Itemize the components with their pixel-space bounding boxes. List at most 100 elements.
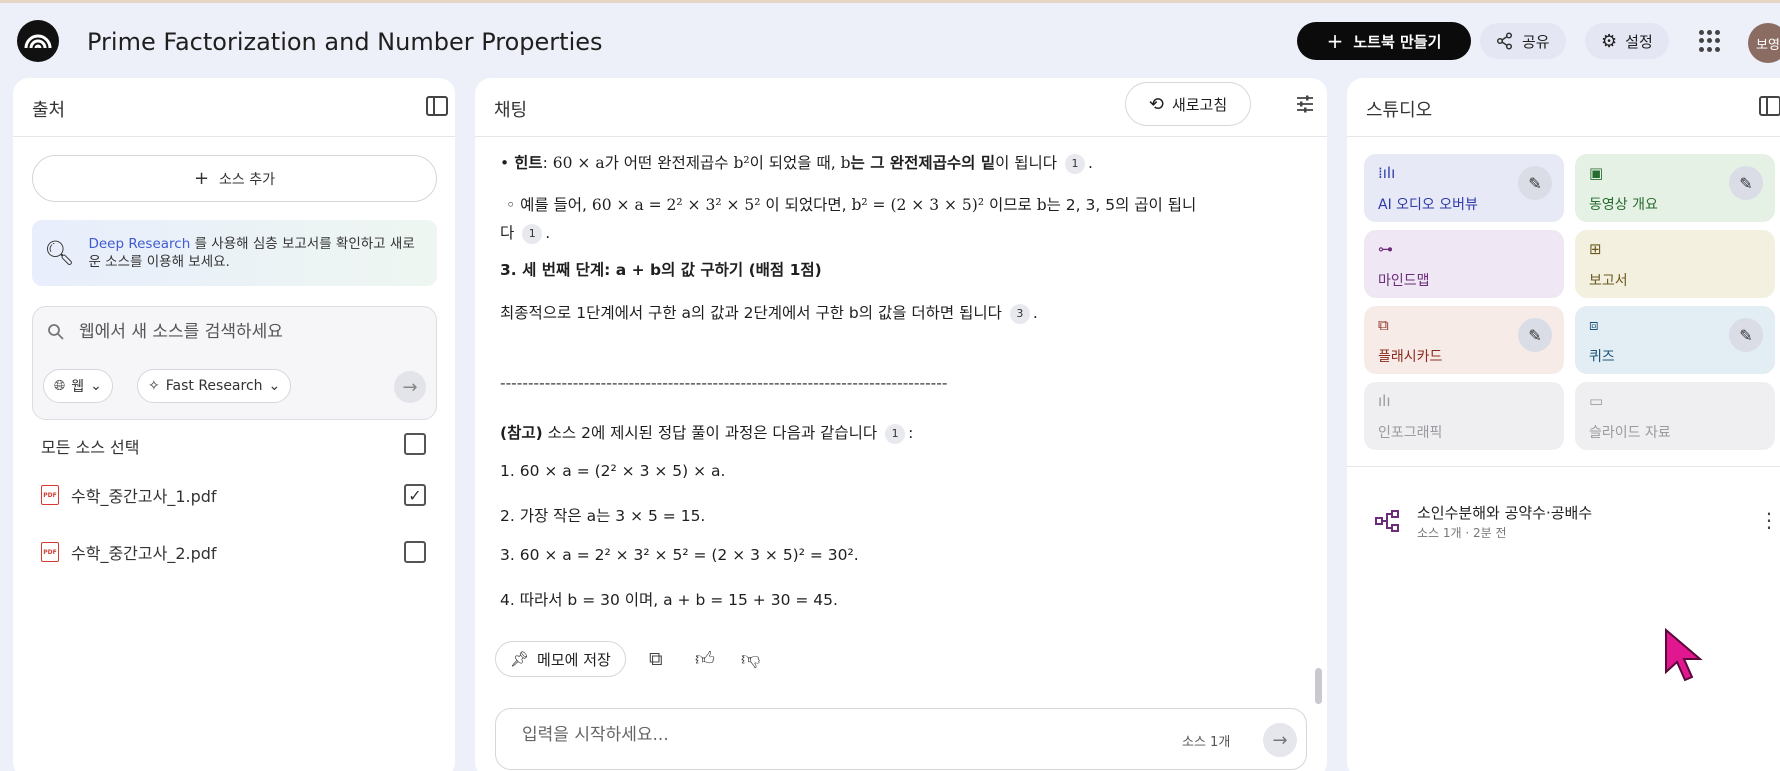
search-icon — [47, 323, 65, 346]
gear-icon: ⚙ — [1601, 30, 1618, 52]
text: 가 어떤 완전제곱수 — [604, 154, 734, 172]
pencil-edit-icon[interactable]: ✎ — [1518, 166, 1552, 200]
solution-step: 4. 따라서 b = 30 이며, a + b = 15 + 30 = 45. — [500, 591, 838, 609]
deep-research-link[interactable]: Deep Research — [88, 236, 190, 252]
divider-text: ----------------------------------------… — [500, 374, 948, 392]
pencil-edit-icon[interactable]: ✎ — [1518, 318, 1552, 352]
create-notebook-button[interactable]: + 노트북 만들기 — [1297, 22, 1471, 60]
note-title: 소인수분해와 공약수·공배수 — [1417, 504, 1593, 522]
thumbs-up-icon[interactable]: 👍︎ — [695, 648, 715, 671]
citation-chip[interactable]: 3 — [1009, 303, 1030, 324]
citation-chip[interactable]: 1 — [1064, 153, 1085, 174]
citation-chip[interactable]: 1 — [885, 423, 906, 444]
source-checkbox-checked[interactable]: ✓ — [404, 484, 426, 506]
globe-icon: 🌐︎ — [54, 378, 66, 394]
text: 최종적으로 1단계에서 구한 a의 값과 2단계에서 구한 b의 값을 더하면 … — [500, 304, 1002, 322]
notebook-logo-icon[interactable] — [17, 20, 59, 62]
pin-icon: 📌︎ — [510, 650, 530, 668]
research-mode-dropdown[interactable]: ✧ Fast Research ⌄ — [137, 369, 292, 403]
reference-line: (참고) 소스 2에 제시된 정답 풀이 과정은 다음과 같습니다 1: — [500, 423, 914, 444]
refresh-button[interactable]: ⟲ 새로고침 — [1125, 82, 1251, 126]
tile-quiz[interactable]: ⧈ 퀴즈 ✎ — [1575, 306, 1775, 374]
tile-report[interactable]: ⊞ 보고서 — [1575, 230, 1775, 298]
source-name: 수학_중간고사_2.pdf — [71, 544, 217, 563]
copy-icon[interactable]: ⧉ — [649, 648, 663, 670]
web-source-dropdown[interactable]: 🌐︎ 웹 ⌄ — [43, 369, 113, 403]
source-name: 수학_중간고사_1.pdf — [71, 487, 217, 506]
text: 는 2, 3, 5의 곱이 됩니 — [1046, 196, 1197, 214]
tile-label: 마인드맵 — [1378, 273, 1430, 289]
step3-heading: 3. 세 번째 단계: a + b의 값 구하기 (배점 1점) — [500, 261, 822, 279]
refresh-label: 새로고침 — [1171, 95, 1228, 114]
avatar[interactable]: 보영 — [1748, 23, 1780, 63]
send-button[interactable]: → — [1263, 723, 1297, 757]
hint-line: • 힌트: 60 × a가 어떤 완전제곱수 b²이 되었을 때, b는 그 완… — [500, 153, 1093, 174]
tile-infographic[interactable]: ılı 인포그래픽 — [1364, 382, 1564, 450]
web-chip-label: 웹 — [71, 379, 85, 395]
settings-button[interactable]: ⚙ 설정 — [1585, 23, 1669, 59]
text: 이 됩니다 — [995, 154, 1058, 172]
tile-label: 퀴즈 — [1589, 349, 1615, 365]
math: 60 × a — [552, 154, 605, 172]
divider — [1347, 466, 1780, 467]
arrow-right-icon: → — [1272, 729, 1288, 751]
search-submit-button[interactable]: → — [394, 371, 426, 403]
tile-mind-map[interactable]: ⊶ 마인드맵 — [1364, 230, 1564, 298]
text: : — [542, 154, 553, 172]
tile-flashcards[interactable]: ⧉ 플래시카드 ✎ — [1364, 306, 1564, 374]
source-count: 소스 1개 — [1182, 735, 1231, 750]
chat-input-box: 소스 1개 → — [495, 708, 1307, 770]
create-notebook-label: 노트북 만들기 — [1353, 32, 1442, 51]
sparkle-search-icon: ✧ — [148, 378, 160, 394]
sources-panel: 출처 + 소스 추가 🔍︎ Deep Research 를 사용해 심층 보고서… — [13, 78, 455, 771]
text: 소스 2에 제시된 정답 풀이 과정은 다음과 같습니다 — [542, 424, 878, 442]
chat-scrollbar[interactable] — [1315, 668, 1322, 704]
notebook-title[interactable]: Prime Factorization and Number Propertie… — [87, 28, 603, 56]
tune-settings-icon[interactable] — [1295, 94, 1315, 119]
studio-note-item[interactable]: 소인수분해와 공약수·공배수 소스 1개 · 2분 전 ⋮ — [1375, 500, 1779, 550]
collapse-panel-icon[interactable] — [1759, 96, 1780, 116]
divider — [475, 136, 1327, 137]
sources-title: 출처 — [32, 100, 66, 121]
tile-label: 동영상 개요 — [1589, 197, 1658, 213]
select-all-checkbox[interactable] — [404, 433, 426, 455]
more-vert-icon[interactable]: ⋮ — [1759, 508, 1779, 532]
share-button[interactable]: 공유 — [1480, 23, 1566, 59]
chat-input[interactable] — [522, 725, 1062, 745]
tile-video-overview[interactable]: ▣ 동영상 개요 ✎ — [1575, 154, 1775, 222]
apps-grid-icon[interactable] — [1699, 30, 1721, 52]
source-checkbox[interactable] — [404, 541, 426, 563]
checkmark-icon: ✓ — [408, 485, 422, 505]
pdf-icon: PDF — [41, 485, 59, 505]
save-to-memo-button[interactable]: 📌︎ 메모에 저장 — [495, 641, 626, 677]
math: b — [1036, 196, 1047, 214]
example-line: ◦ 예를 들어, 60 × a = 2² × 3² × 5² 이 되었다면, b… — [506, 196, 1197, 214]
source-item[interactable]: PDF 수학_중간고사_1.pdf — [41, 480, 441, 510]
slides-icon: ▭ — [1589, 392, 1604, 410]
text: 이 되었을 때, — [749, 154, 841, 172]
add-source-button[interactable]: + 소스 추가 — [32, 155, 437, 202]
thumbs-down-icon[interactable]: 👎︎ — [741, 648, 760, 671]
solution-step: 3. 60 × a = 2² × 3² × 5² = (2 × 3 × 5)² … — [500, 546, 859, 564]
arrow-right-icon: → — [402, 376, 418, 398]
tile-label: AI 오디오 오버뷰 — [1378, 197, 1478, 213]
tile-audio-overview[interactable]: ⁞ılı AI 오디오 오버뷰 ✎ — [1364, 154, 1564, 222]
pencil-edit-icon[interactable]: ✎ — [1729, 166, 1763, 200]
refresh-icon: ⟲ — [1148, 93, 1164, 115]
deep-research-banner[interactable]: 🔍︎ Deep Research 를 사용해 심층 보고서를 확인하고 새로운 … — [32, 220, 437, 286]
pencil-edit-icon[interactable]: ✎ — [1729, 318, 1763, 352]
collapse-panel-icon[interactable] — [426, 96, 448, 116]
web-search-input[interactable] — [79, 319, 419, 345]
source-item[interactable]: PDF 수학_중간고사_2.pdf — [41, 537, 441, 567]
example-line-cont: 다 1. — [500, 223, 551, 244]
citation-chip[interactable]: 1 — [522, 223, 543, 244]
math: 60 × a = 2² × 3² × 5² — [591, 196, 761, 214]
tile-label: 보고서 — [1589, 273, 1628, 289]
mind-map-icon — [1375, 510, 1401, 538]
share-label: 공유 — [1522, 32, 1550, 51]
bar-chart-icon: ılı — [1378, 392, 1391, 410]
share-icon — [1496, 32, 1513, 50]
tile-slides[interactable]: ▭ 슬라이드 자료 — [1575, 382, 1775, 450]
tile-label: 슬라이드 자료 — [1589, 425, 1671, 441]
app-header: Prime Factorization and Number Propertie… — [0, 3, 1780, 77]
